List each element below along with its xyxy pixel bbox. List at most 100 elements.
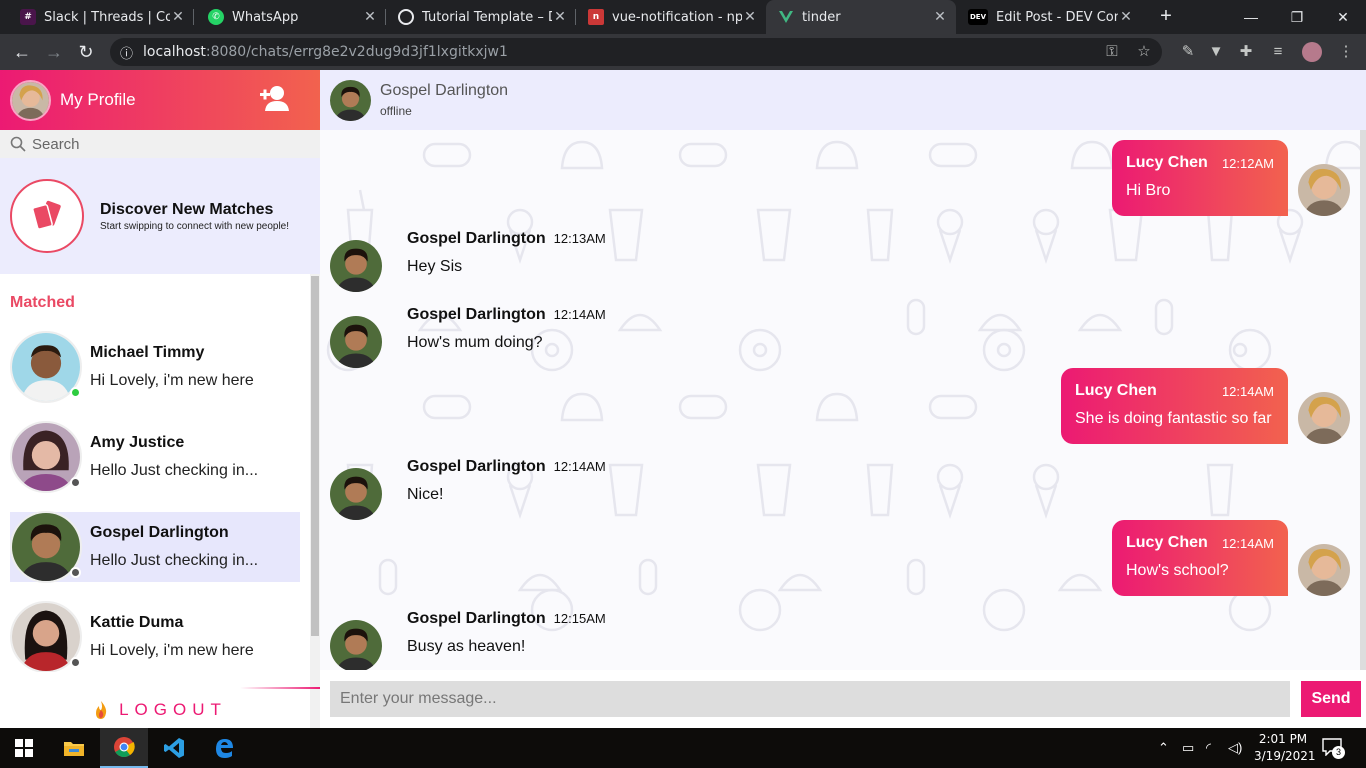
match-last-message: Hi Lovely, i'm new here [90, 372, 254, 389]
tab-title: vue-notification - npm [612, 9, 742, 25]
tab-tinder[interactable]: tinder ✕ [766, 0, 956, 34]
close-window-button[interactable]: ✕ [1320, 0, 1366, 34]
new-tab-button[interactable]: + [1154, 4, 1178, 28]
extensions-icon[interactable]: ✚ [1234, 40, 1258, 64]
message-list: Lucy Chen 12:12AM Hi Bro Gospel Darlingto… [320, 130, 1360, 670]
clock-time: 2:01 PM [1258, 732, 1308, 746]
message-bubble: Lucy Chen 12:14AM How's school? [1112, 520, 1288, 596]
close-icon[interactable]: ✕ [362, 9, 378, 25]
search-icon [10, 136, 26, 152]
tab-vue-notification[interactable]: n vue-notification - npm ✕ [576, 0, 766, 34]
close-icon[interactable]: ✕ [932, 9, 948, 25]
message-bubble: Lucy Chen 12:14AM She is doing fantastic … [1061, 368, 1288, 444]
message-author: Gospel Darlington [407, 610, 546, 627]
tab-title: Tutorial Template – Drop [422, 9, 552, 25]
match-last-message: Hello Just checking in... [90, 552, 259, 569]
browser-menu-icon[interactable]: ⋮ [1334, 40, 1358, 64]
vscode-icon[interactable] [150, 728, 198, 768]
message-author: Gospel Darlington [407, 230, 546, 247]
show-hidden-icons-icon[interactable]: ⌃ [1158, 740, 1169, 756]
message-time: 12:14AM [1221, 536, 1274, 551]
profile-avatar[interactable] [10, 79, 51, 121]
notification-count-badge: 3 [1332, 746, 1345, 759]
tab-tutorial-template[interactable]: Tutorial Template – Drop ✕ [386, 0, 576, 34]
close-icon[interactable]: ✕ [1118, 9, 1134, 25]
match-item-kattie-duma[interactable]: Kattie Duma Hi Lovely, i'm new here [10, 601, 300, 672]
extension-pen-icon[interactable]: ✎ [1176, 40, 1200, 64]
chat-header: Gospel Darlington offline [320, 70, 1366, 130]
message-text: Hey Sis [407, 258, 463, 275]
chat-scrollbar[interactable] [1360, 130, 1366, 670]
notification-center-icon[interactable]: 3 [1322, 738, 1345, 759]
close-icon[interactable]: ✕ [170, 9, 186, 25]
profile-header[interactable]: My Profile [0, 70, 320, 130]
wifi-icon[interactable]: ◜ [1206, 740, 1211, 756]
sender-avatar [1298, 392, 1350, 444]
message-text: How's school? [1126, 562, 1229, 579]
reload-icon[interactable]: ↻ [74, 40, 98, 64]
windows-start-icon[interactable] [0, 728, 48, 768]
tab-slack[interactable]: # Slack | Threads | CometChat ✕ [8, 0, 194, 34]
discover-matches-card[interactable]: Discover New Matches Start swipping to c… [0, 158, 320, 274]
logout-divider [240, 687, 320, 689]
volume-icon[interactable]: ◁) [1228, 740, 1242, 756]
offline-status-dot [70, 477, 81, 488]
match-last-message: Hello Just checking in... [90, 462, 259, 479]
sender-avatar [1298, 544, 1350, 596]
send-button[interactable]: Send [1301, 681, 1361, 717]
tab-title: WhatsApp [232, 9, 299, 25]
bookmark-star-icon[interactable]: ☆ [1132, 40, 1156, 64]
add-friend-icon[interactable] [258, 84, 292, 114]
battery-icon[interactable]: ▭ [1182, 740, 1194, 756]
message-author: Lucy Chen [1075, 382, 1157, 399]
close-icon[interactable]: ✕ [552, 9, 568, 25]
message-author: Gospel Darlington [407, 458, 546, 475]
partner-name: Gospel Darlington [380, 82, 509, 99]
sender-avatar [330, 240, 382, 292]
url-host: localhost [143, 44, 206, 60]
sender-avatar [1298, 164, 1350, 216]
clock-date: 3/19/2021 [1254, 749, 1316, 763]
vue-devtools-icon[interactable]: ▼ [1204, 40, 1228, 64]
chrome-icon[interactable] [100, 728, 148, 768]
url-path: :8080/chats/errg8e2v2dug9d3jf1lxgitkxjw1 [205, 44, 508, 60]
key-icon[interactable]: ⚿ [1100, 40, 1124, 64]
tab-title: tinder [802, 9, 841, 25]
back-icon[interactable]: ← [10, 40, 34, 64]
message-time: 12:15AM [553, 611, 606, 626]
search-input[interactable] [32, 135, 292, 153]
maximize-button[interactable]: ❐ [1274, 0, 1320, 34]
match-item-michael-timmy[interactable]: Michael Timmy Hi Lovely, i'm new here [10, 331, 300, 403]
message-text: How's mum doing? [407, 334, 543, 351]
scrollbar-thumb[interactable] [311, 276, 319, 636]
logout-button[interactable]: LOGOUT [0, 690, 320, 728]
sidebar-scrollbar[interactable] [310, 274, 320, 728]
online-status-dot [70, 387, 81, 398]
match-item-amy-justice[interactable]: Amy Justice Hello Just checking in... [10, 421, 300, 493]
forward-icon[interactable]: → [42, 40, 66, 64]
match-name: Michael Timmy [90, 344, 205, 361]
message-author: Lucy Chen [1126, 534, 1208, 551]
match-item-gospel-darlington[interactable]: Gospel Darlington Hello Just checking in.… [10, 511, 300, 583]
partner-avatar[interactable] [330, 79, 371, 121]
taskbar-clock[interactable]: 2:01 PM 3/19/2021 [1254, 731, 1316, 765]
minimize-button[interactable]: — [1228, 0, 1274, 34]
address-bar[interactable]: ⓘ localhost:8080/chats/errg8e2v2dug9d3jf… [110, 38, 1162, 66]
tab-whatsapp[interactable]: ✆ WhatsApp ✕ [196, 0, 386, 34]
message-author: Lucy Chen [1126, 154, 1208, 171]
message-input[interactable] [330, 681, 1290, 717]
match-last-message: Hi Lovely, i'm new here [90, 642, 254, 659]
file-explorer-icon[interactable] [50, 728, 98, 768]
profile-avatar-icon[interactable] [1300, 40, 1324, 64]
message-text: Hi Bro [1126, 182, 1171, 199]
partner-status: offline [380, 104, 412, 118]
tab-dev[interactable]: DEV Edit Post - DEV Community ✕ [956, 0, 1142, 34]
sender-avatar [330, 620, 382, 670]
close-icon[interactable]: ✕ [742, 9, 758, 25]
match-name: Gospel Darlington [90, 524, 229, 541]
edge-icon[interactable] [200, 728, 248, 768]
site-info-icon[interactable]: ⓘ [120, 43, 133, 62]
tab-title: Edit Post - DEV Community [996, 9, 1118, 25]
media-control-icon[interactable]: ≡ [1266, 40, 1290, 64]
chat-panel: Gospel Darlington offline Lucy Chen 12:1… [320, 70, 1366, 728]
